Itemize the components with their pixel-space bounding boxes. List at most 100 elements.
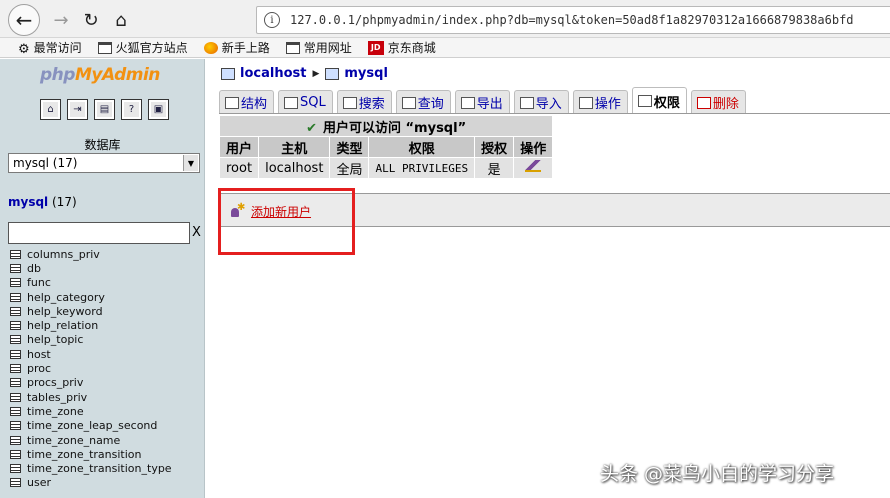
table-item-procs-priv[interactable]: procs_priv <box>10 376 172 390</box>
database-select-value: mysql (17) <box>13 156 78 170</box>
reload-button[interactable]: ↻ <box>76 6 106 34</box>
home-icon[interactable]: ⌂ <box>40 99 61 120</box>
table-icon[interactable] <box>10 349 21 359</box>
table-icon[interactable] <box>10 364 21 374</box>
table-icon[interactable] <box>10 478 21 488</box>
column-header-action: 操作 <box>514 137 553 157</box>
docs-icon[interactable]: ▣ <box>148 99 169 120</box>
cell-type: 全局 <box>330 158 369 178</box>
tab-export[interactable]: 导出 <box>454 90 510 114</box>
edit-privileges-icon[interactable] <box>525 160 542 172</box>
folder-icon <box>97 41 112 54</box>
chevron-down-icon[interactable]: ▼ <box>183 155 198 171</box>
tab-label: 导入 <box>535 97 562 112</box>
tab-operations[interactable]: 操作 <box>572 90 628 114</box>
table-icon[interactable] <box>10 263 21 273</box>
table-name: func <box>27 276 51 290</box>
table-name: help_relation <box>27 319 99 333</box>
breadcrumb-server[interactable]: localhost <box>240 66 306 81</box>
address-bar[interactable]: i 127.0.0.1/phpmyadmin/index.php?db=mysq… <box>256 6 890 34</box>
bookmark-common-sites[interactable]: 常用网址 <box>285 39 352 56</box>
home-icon: ⌂ <box>115 9 127 31</box>
table-item-time-zone-transition[interactable]: time_zone_transition <box>10 447 172 461</box>
table-item-columns-priv[interactable]: columns_priv <box>10 247 172 261</box>
table-item-time-zone-transition-type[interactable]: time_zone_transition_type <box>10 461 172 475</box>
breadcrumb: localhost ▶ mysql <box>221 66 388 81</box>
database-select[interactable]: mysql (17) ▼ <box>8 153 200 173</box>
table-icon[interactable] <box>10 406 21 416</box>
table-icon[interactable] <box>10 449 21 459</box>
table-item-db[interactable]: db <box>10 261 172 275</box>
table-item-user[interactable]: user <box>10 476 172 490</box>
tab-search[interactable]: 搜索 <box>336 90 392 114</box>
table-icon[interactable] <box>10 435 21 445</box>
bookmark-jd[interactable]: JD 京东商城 <box>367 39 436 56</box>
table-icon[interactable] <box>10 335 21 345</box>
table-item-help-relation[interactable]: help_relation <box>10 318 172 332</box>
table-item-time-zone-name[interactable]: time_zone_name <box>10 433 172 447</box>
table-item-help-topic[interactable]: help_topic <box>10 333 172 347</box>
table-icon[interactable] <box>10 306 21 316</box>
table-icon[interactable] <box>10 321 21 331</box>
phpmyadmin-logo[interactable]: phpMyAdmin <box>40 65 160 85</box>
table-filter-input[interactable] <box>8 222 190 244</box>
table-list: columns_priv db func help_category help_… <box>10 247 172 490</box>
highlight-box <box>218 188 355 255</box>
home-button[interactable]: ⌂ <box>106 6 136 34</box>
folder-icon <box>285 41 300 54</box>
table-icon[interactable] <box>10 278 21 288</box>
import-icon <box>519 96 534 109</box>
table-icon[interactable] <box>10 421 21 431</box>
chevron-right-icon: ▶ <box>312 68 320 79</box>
arrow-right-icon: → <box>53 9 69 31</box>
bookmark-firefox-site[interactable]: 火狐官方站点 <box>97 39 188 56</box>
exit-icon[interactable]: ⇥ <box>67 99 88 120</box>
bookmark-label: 火狐官方站点 <box>115 41 188 55</box>
table-icon[interactable] <box>10 464 21 474</box>
help-icon[interactable]: ? <box>121 99 142 120</box>
gear-icon: ⚙ <box>18 41 30 57</box>
table-item-time-zone[interactable]: time_zone <box>10 404 172 418</box>
clear-filter-button[interactable]: X <box>192 225 201 240</box>
table-icon[interactable] <box>10 292 21 302</box>
column-header-type: 类型 <box>330 137 369 157</box>
tab-query[interactable]: 查询 <box>395 90 451 114</box>
table-item-proc[interactable]: proc <box>10 361 172 375</box>
tab-drop[interactable]: 删除 <box>690 90 746 114</box>
table-name: user <box>27 476 51 490</box>
current-database-name: mysql <box>8 195 49 209</box>
table-name: db <box>27 261 41 275</box>
bookmark-getting-started[interactable]: 新手上路 <box>203 39 270 56</box>
back-button[interactable]: ← <box>8 4 40 36</box>
table-name: host <box>27 347 51 361</box>
table-icon[interactable] <box>10 392 21 402</box>
sql-window-icon[interactable]: ▤ <box>94 99 115 120</box>
browser-toolbar: ← → ↻ ⌂ i 127.0.0.1/phpmyadmin/index.php… <box>0 0 890 38</box>
table-caption: ✔ 用户可以访问 “mysql” <box>220 116 553 136</box>
table-item-func[interactable]: func <box>10 276 172 290</box>
cell-action <box>514 158 553 178</box>
breadcrumb-database[interactable]: mysql <box>344 66 388 81</box>
table-icon[interactable] <box>10 378 21 388</box>
sql-icon <box>284 96 299 109</box>
table-item-host[interactable]: host <box>10 347 172 361</box>
tab-sql[interactable]: SQL <box>278 90 333 114</box>
database-tabs: 结构 SQL 搜索 查询 导出 导入 操作 权限 删除 <box>219 87 750 114</box>
tab-import[interactable]: 导入 <box>513 90 569 114</box>
database-icon <box>325 67 340 80</box>
forward-button[interactable]: → <box>46 6 76 34</box>
table-item-help-category[interactable]: help_category <box>10 290 172 304</box>
tab-privileges[interactable]: 权限 <box>631 87 687 114</box>
privileges-table: ✔ 用户可以访问 “mysql” 用户 主机 类型 权限 授权 操作 root l… <box>219 115 553 179</box>
column-header-user: 用户 <box>220 137 259 157</box>
current-database[interactable]: mysql (17) <box>8 195 77 209</box>
bookmark-label: 新手上路 <box>221 41 270 55</box>
info-icon[interactable]: i <box>264 12 280 28</box>
table-icon[interactable] <box>10 249 21 259</box>
tab-label: SQL <box>300 95 326 110</box>
table-item-help-keyword[interactable]: help_keyword <box>10 304 172 318</box>
table-item-time-zone-leap-second[interactable]: time_zone_leap_second <box>10 419 172 433</box>
table-item-tables-priv[interactable]: tables_priv <box>10 390 172 404</box>
tab-structure[interactable]: 结构 <box>219 90 275 114</box>
bookmark-most-visited[interactable]: ⚙ 最常访问 <box>18 39 82 57</box>
